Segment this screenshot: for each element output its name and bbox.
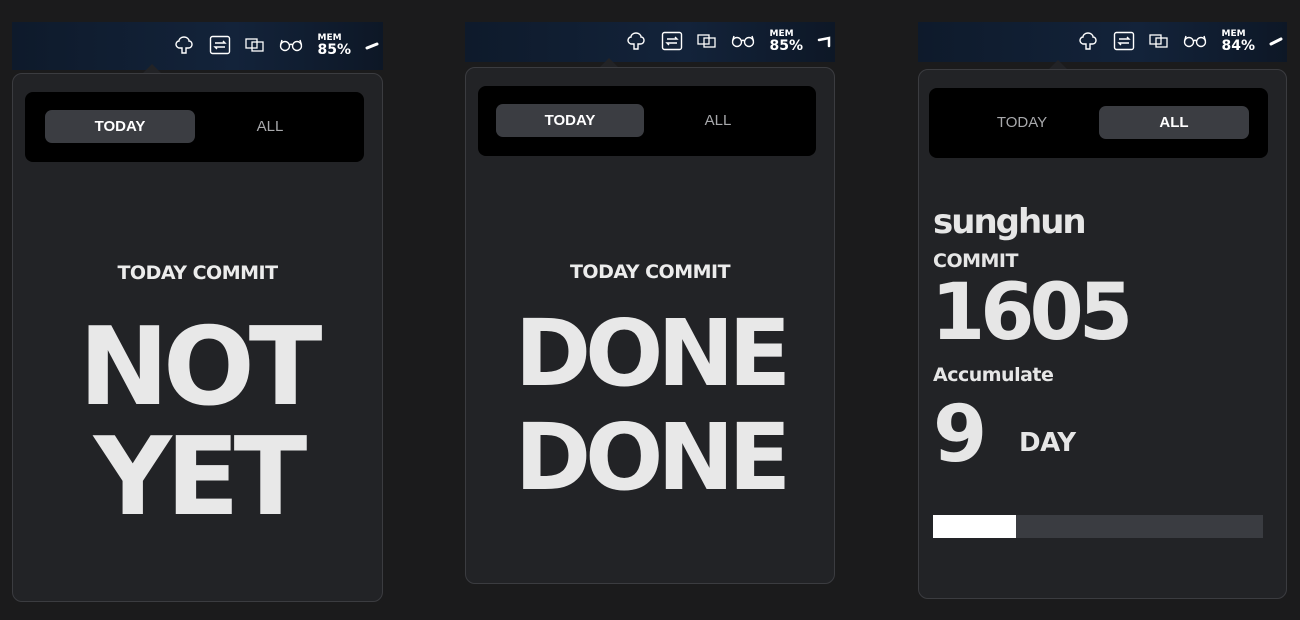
popover-panel-today-done: MEM 85% TODAY ALL TODAY COMMIT DONE DONE <box>465 22 835 596</box>
popover-panel-all: MEM 84% TODAY ALL sunghun COMMIT 1605 Ac… <box>918 22 1287 604</box>
popover-arrow <box>600 58 618 67</box>
copy-icon[interactable] <box>245 37 265 53</box>
popover-panel-today-not-yet: MEM 85% TODAY ALL TODAY COMMIT NOT YET <box>12 22 383 602</box>
segmented-control: TODAY ALL <box>478 86 816 156</box>
tree-icon[interactable] <box>1077 30 1099 52</box>
glasses-icon[interactable] <box>279 38 303 52</box>
memory-indicator[interactable]: MEM 85% <box>317 33 351 58</box>
status-line-1: NOT <box>78 305 323 430</box>
window-switch-icon[interactable] <box>209 35 231 55</box>
tree-icon[interactable] <box>173 34 195 56</box>
popover-card: TODAY ALL sunghun COMMIT 1605 Accumulate… <box>918 69 1287 599</box>
today-commit-heading: TODAY COMMIT <box>117 262 278 284</box>
mem-value: 84% <box>1221 37 1255 54</box>
partial-menu-icon[interactable] <box>817 34 831 48</box>
partial-menu-icon[interactable] <box>365 38 379 52</box>
accumulate-label: Accumulate <box>933 364 1054 386</box>
copy-icon[interactable] <box>697 33 717 49</box>
menu-bar: MEM 84% <box>918 22 1287 62</box>
glasses-icon[interactable] <box>1183 34 1207 48</box>
memory-indicator[interactable]: MEM 85% <box>769 29 803 54</box>
tab-all[interactable]: ALL <box>644 104 792 137</box>
day-label: DAY <box>1019 428 1076 458</box>
popover-card: TODAY ALL TODAY COMMIT DONE DONE <box>465 67 835 584</box>
mem-value: 85% <box>317 41 351 58</box>
tab-all[interactable]: ALL <box>195 110 345 143</box>
tab-all[interactable]: ALL <box>1099 106 1249 139</box>
day-count: 9 <box>933 390 987 480</box>
popover-arrow <box>143 64 161 73</box>
window-switch-icon[interactable] <box>661 31 683 51</box>
tab-today[interactable]: TODAY <box>45 110 195 143</box>
popover-arrow <box>1049 60 1067 69</box>
progress-bar <box>933 515 1263 538</box>
copy-icon[interactable] <box>1149 33 1169 49</box>
segmented-control: TODAY ALL <box>929 88 1268 158</box>
window-switch-icon[interactable] <box>1113 31 1135 51</box>
segmented-control: TODAY ALL <box>25 92 364 162</box>
popover-card: TODAY ALL TODAY COMMIT NOT YET <box>12 73 383 602</box>
menu-bar: MEM 85% <box>465 22 835 62</box>
progress-bar-fill <box>933 515 1016 538</box>
tree-icon[interactable] <box>625 30 647 52</box>
mem-value: 85% <box>769 37 803 54</box>
glasses-icon[interactable] <box>731 34 755 48</box>
today-commit-heading: TODAY COMMIT <box>569 261 731 283</box>
menu-bar: MEM 85% <box>12 22 383 70</box>
status-line-2: YET <box>93 415 308 540</box>
tab-today[interactable]: TODAY <box>496 104 644 137</box>
memory-indicator[interactable]: MEM 84% <box>1221 29 1255 54</box>
commit-count: 1605 <box>931 268 1133 358</box>
partial-menu-icon[interactable] <box>1269 34 1283 48</box>
tab-today[interactable]: TODAY <box>947 106 1097 139</box>
username: sunghun <box>933 202 1087 242</box>
status-line-2: DONE <box>514 404 791 511</box>
status-line-1: DONE <box>514 300 791 407</box>
